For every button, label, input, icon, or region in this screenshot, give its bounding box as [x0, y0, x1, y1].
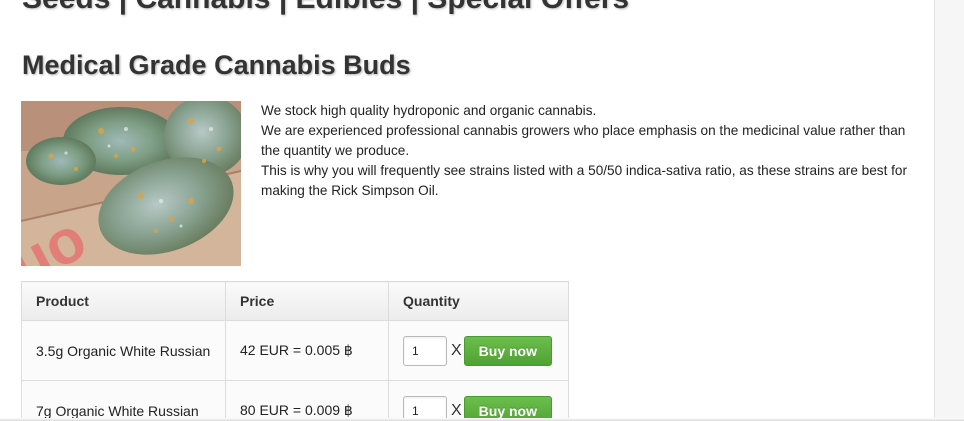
product-name: 7g Organic White Russian: [21, 380, 226, 421]
page-title: Medical Grade Cannabis Buds: [22, 50, 411, 80]
scrollbar-track[interactable]: [934, 0, 964, 421]
table-row: 3.5g Organic White Russian 42 EUR = 0.00…: [21, 320, 569, 381]
multiply-sign: X: [451, 341, 462, 359]
cannabis-buds-image: uo: [21, 101, 241, 266]
multiply-sign: X: [451, 401, 462, 419]
header-product: Product: [21, 281, 226, 321]
intro-line-1: We stock high quality hydroponic and org…: [261, 103, 597, 118]
intro-line-3: This is why you will frequently see stra…: [261, 163, 907, 198]
top-navigation[interactable]: Seeds | Cannabis | Edibles | Special Off…: [22, 0, 629, 16]
quantity-cell: X Buy now: [388, 320, 569, 381]
product-price: 42 EUR = 0.005 ฿: [225, 320, 389, 381]
header-quantity: Quantity: [388, 281, 569, 321]
product-name: 3.5g Organic White Russian: [21, 320, 226, 381]
quantity-input[interactable]: [403, 335, 447, 366]
product-price: 80 EUR = 0.009 ฿: [225, 380, 389, 421]
table-header-row: Product Price Quantity: [21, 281, 569, 321]
quantity-cell: X Buy now: [388, 380, 569, 421]
buy-now-button[interactable]: Buy now: [463, 335, 553, 366]
page-content: Seeds | Cannabis | Edibles | Special Off…: [0, 0, 934, 421]
intro-line-2: We are experienced professional cannabis…: [261, 123, 906, 158]
product-table: Product Price Quantity 3.5g Organic Whit…: [21, 281, 569, 421]
intro-text: We stock high quality hydroponic and org…: [261, 101, 921, 201]
table-row: 7g Organic White Russian 80 EUR = 0.009 …: [21, 380, 569, 421]
header-price: Price: [225, 281, 389, 321]
